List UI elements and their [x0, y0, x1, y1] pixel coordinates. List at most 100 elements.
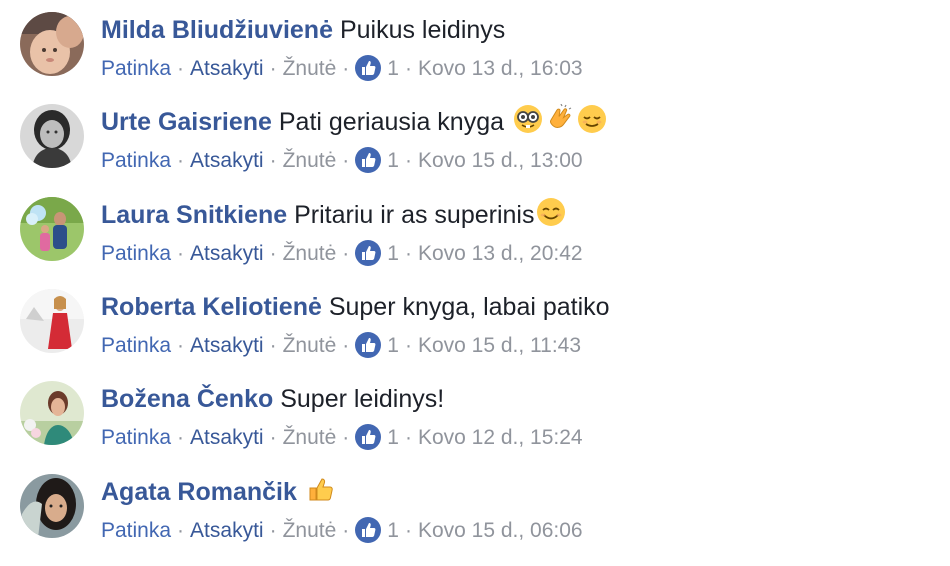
separator-dot: ·	[269, 149, 277, 172]
like-count: 1	[387, 242, 399, 265]
comment-text: Pati geriausia knyga	[278, 108, 511, 136]
translate-link[interactable]: Žnutė	[283, 57, 337, 80]
comment-body: Urte Gaisriene Pati geriausia knyga	[101, 104, 607, 140]
like-badge-icon[interactable]	[355, 55, 382, 81]
reply-link[interactable]: Atsakyti	[190, 242, 264, 265]
separator-dot: ·	[342, 149, 350, 172]
like-badge-icon[interactable]	[355, 147, 382, 173]
comment-text: Pritariu ir as superinis	[294, 201, 535, 229]
comment-actions: Patinka · Atsakyti · Žnutė · 1 · Kovo 12 d., 15:…	[101, 424, 583, 452]
separator-dot: ·	[269, 57, 277, 80]
red-dress-avatar	[20, 289, 84, 353]
clapping-hands-emoji	[545, 104, 575, 134]
comment-author-link[interactable]: Božena Čenko	[101, 385, 273, 413]
separator-dot: ·	[177, 57, 185, 80]
like-link[interactable]: Patinka	[101, 334, 171, 357]
comment-actions: Patinka · Atsakyti · Žnutė · 1 · Kovo 13 d., 16:…	[101, 55, 583, 83]
comment-item: Božena Čenko Super leidinys! Patinka · Ats…	[0, 381, 950, 473]
reply-link[interactable]: Atsakyti	[190, 334, 264, 357]
like-link[interactable]: Patinka	[101, 57, 171, 80]
comment-author-link[interactable]: Laura Snitkiene	[101, 201, 287, 229]
like-link[interactable]: Patinka	[101, 149, 171, 172]
like-badge-icon[interactable]	[355, 424, 382, 450]
reply-link[interactable]: Atsakyti	[190, 426, 264, 449]
separator-dot: ·	[404, 57, 412, 80]
separator-dot: ·	[177, 242, 185, 265]
comment-author-link[interactable]: Milda Bliudžiuvienė	[101, 16, 333, 44]
like-count: 1	[387, 519, 399, 542]
commenter-avatar[interactable]	[20, 474, 84, 538]
commenter-avatar[interactable]	[20, 289, 84, 353]
commenter-avatar[interactable]	[20, 381, 84, 445]
comment-item: Roberta Keliotienė Super knyga, labai pa…	[0, 289, 950, 381]
separator-dot: ·	[404, 334, 412, 357]
comment-body: Roberta Keliotienė Super knyga, labai pa…	[101, 289, 610, 325]
separator-dot: ·	[404, 426, 412, 449]
separator-dot: ·	[177, 519, 185, 542]
separator-dot: ·	[342, 426, 350, 449]
comment-timestamp[interactable]: Kovo 15 d., 11:43	[418, 334, 581, 357]
like-badge-icon[interactable]	[355, 240, 382, 266]
translate-link[interactable]: Žnutė	[283, 149, 337, 172]
comment-actions: Patinka · Atsakyti · Žnutė · 1 · Kovo 13 d., 20:…	[101, 240, 583, 268]
like-badge-icon[interactable]	[355, 517, 382, 543]
comment-author-link[interactable]: Urte Gaisriene	[101, 108, 272, 136]
like-link[interactable]: Patinka	[101, 426, 171, 449]
comment-list: Milda Bliudžiuvienė Puikus leidinys Pati…	[0, 0, 950, 559]
comment-item: Laura Snitkiene Pritariu ir as superinis…	[0, 197, 950, 289]
comment-timestamp[interactable]: Kovo 12 d., 15:24	[418, 426, 583, 449]
comment-item: Urte Gaisriene Pati geriausia knyga Pati…	[0, 104, 950, 196]
baby-photo-avatar	[20, 12, 84, 76]
like-count: 1	[387, 426, 399, 449]
like-link[interactable]: Patinka	[101, 242, 171, 265]
translate-link[interactable]: Žnutė	[283, 426, 337, 449]
like-badge-icon[interactable]	[355, 332, 382, 358]
reply-link[interactable]: Atsakyti	[190, 519, 264, 542]
separator-dot: ·	[342, 334, 350, 357]
comment-timestamp[interactable]: Kovo 13 d., 16:03	[418, 57, 583, 80]
comment-item: Milda Bliudžiuvienė Puikus leidinys Pati…	[0, 12, 950, 104]
outdoor-photo-avatar	[20, 197, 84, 261]
thumbs-up-emoji	[306, 474, 336, 504]
comment-author-link[interactable]: Roberta Keliotienė	[101, 293, 322, 321]
comment-body: Laura Snitkiene Pritariu ir as superinis	[101, 197, 566, 233]
separator-dot: ·	[269, 334, 277, 357]
like-link[interactable]: Patinka	[101, 519, 171, 542]
like-count: 1	[387, 149, 399, 172]
translate-link[interactable]: Žnutė	[283, 334, 337, 357]
reply-link[interactable]: Atsakyti	[190, 149, 264, 172]
bw-portrait-avatar	[20, 104, 84, 168]
comment-text: Super knyga, labai patiko	[328, 293, 610, 321]
separator-dot: ·	[404, 519, 412, 542]
comment-actions: Patinka · Atsakyti · Žnutė · 1 · Kovo 15 d., 11:…	[101, 332, 581, 360]
woman-flowers-avatar	[20, 381, 84, 445]
comment-timestamp[interactable]: Kovo 13 d., 20:42	[418, 242, 583, 265]
comment-body: Milda Bliudžiuvienė Puikus leidinys	[101, 12, 505, 48]
separator-dot: ·	[269, 426, 277, 449]
separator-dot: ·	[177, 426, 185, 449]
smiling-face-emoji	[536, 197, 566, 227]
commenter-avatar[interactable]	[20, 197, 84, 261]
comment-actions: Patinka · Atsakyti · Žnutė · 1 · Kovo 15 d., 06:…	[101, 517, 583, 545]
like-count: 1	[387, 57, 399, 80]
separator-dot: ·	[269, 519, 277, 542]
comment-timestamp[interactable]: Kovo 15 d., 13:00	[418, 149, 583, 172]
separator-dot: ·	[342, 242, 350, 265]
comment-timestamp[interactable]: Kovo 15 d., 06:06	[418, 519, 583, 542]
comment-body: Božena Čenko Super leidinys!	[101, 381, 444, 417]
relieved-face-emoji	[577, 104, 607, 134]
comment-body: Agata Romančik	[101, 474, 336, 510]
commenter-avatar[interactable]	[20, 104, 84, 168]
separator-dot: ·	[342, 57, 350, 80]
separator-dot: ·	[177, 334, 185, 357]
commenter-avatar[interactable]	[20, 12, 84, 76]
like-count: 1	[387, 334, 399, 357]
comment-item: Agata Romančik Patinka · Atsakyti · Žnutė · 1 ·…	[0, 474, 950, 566]
translate-link[interactable]: Žnutė	[283, 242, 337, 265]
comment-text: Puikus leidinys	[339, 16, 506, 44]
separator-dot: ·	[177, 149, 185, 172]
comment-author-link[interactable]: Agata Romančik	[101, 478, 297, 506]
reply-link[interactable]: Atsakyti	[190, 57, 264, 80]
translate-link[interactable]: Žnutė	[283, 519, 337, 542]
comment-actions: Patinka · Atsakyti · Žnutė · 1 · Kovo 15 d., 13:…	[101, 147, 583, 175]
